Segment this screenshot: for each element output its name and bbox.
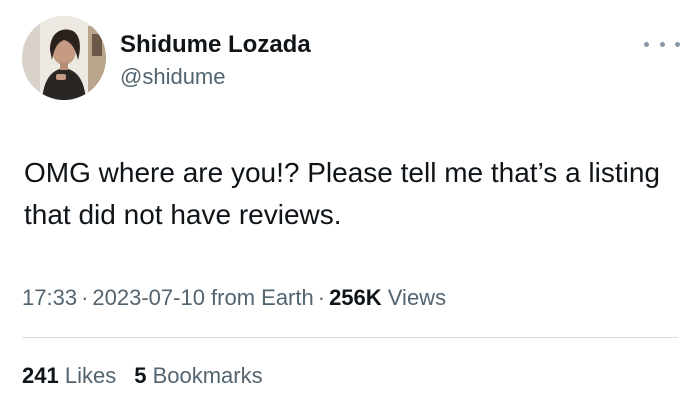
tweet-stats: 241 Likes 5 Bookmarks xyxy=(22,362,263,390)
likes-stat[interactable]: 241 Likes xyxy=(22,363,116,388)
bookmarks-count: 5 xyxy=(134,363,147,388)
divider xyxy=(22,337,678,338)
tweet-card: Shidume Lozada @shidume OMG where are yo… xyxy=(0,0,700,411)
bookmarks-label: Bookmarks xyxy=(152,363,263,388)
likes-label: Likes xyxy=(64,363,117,388)
views-count[interactable]: 256K xyxy=(329,285,382,310)
tweet-meta: 17:33 · 2023-07-10 from Earth · 256K Views xyxy=(22,284,446,312)
separator: · xyxy=(81,285,89,310)
views-label[interactable]: Views xyxy=(388,285,446,310)
tweet-text: OMG where are you!? Please tell me that’… xyxy=(24,157,661,230)
tweet-time[interactable]: 17:33 xyxy=(22,285,77,310)
dot xyxy=(644,41,649,47)
avatar[interactable] xyxy=(22,16,106,100)
bookmarks-stat[interactable]: 5 Bookmarks xyxy=(134,363,262,388)
tweet-date[interactable]: 2023-07-10 from Earth xyxy=(92,285,313,310)
likes-count: 241 xyxy=(22,363,59,388)
author-handle[interactable]: @shidume xyxy=(120,64,226,90)
author-name[interactable]: Shidume Lozada xyxy=(120,31,311,59)
separator: · xyxy=(317,285,326,310)
dot xyxy=(675,41,680,47)
dot xyxy=(659,41,665,47)
ellipsis-icon[interactable] xyxy=(644,32,680,56)
profile-photo xyxy=(22,16,106,100)
